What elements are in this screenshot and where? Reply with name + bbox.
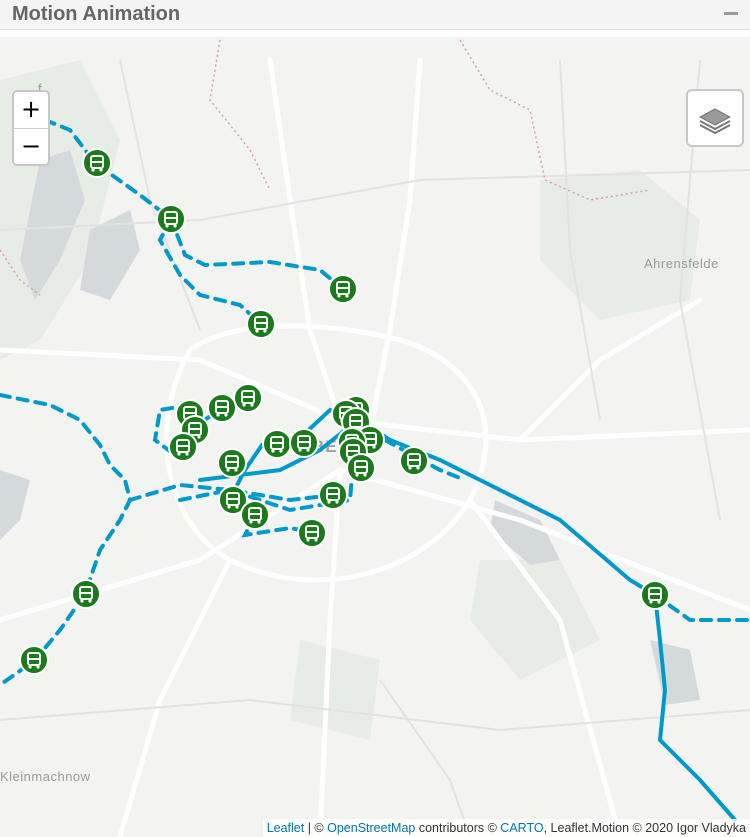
- panel-header: Motion Animation: [0, 0, 750, 30]
- panel-title: Motion Animation: [12, 3, 181, 25]
- attribution-separator: | ©: [304, 821, 328, 835]
- bus-marker[interactable]: [328, 274, 358, 304]
- bus-marker[interactable]: [156, 204, 186, 234]
- map-canvas[interactable]: Ahrensfelde Kleinmachnow BERLIN f: [0, 37, 750, 837]
- bus-marker[interactable]: [640, 580, 670, 610]
- bus-marker[interactable]: [346, 453, 376, 483]
- map-container[interactable]: Ahrensfelde Kleinmachnow BERLIN f: [0, 37, 750, 837]
- zoom-in-button[interactable]: +: [14, 92, 48, 129]
- map-attribution: Leaflet | © OpenStreetMap contributors ©…: [262, 819, 750, 837]
- place-label-kleinmachnow: Kleinmachnow: [0, 769, 91, 784]
- bus-marker[interactable]: [233, 383, 263, 413]
- route-path: [653, 593, 737, 822]
- bus-marker[interactable]: [82, 148, 112, 178]
- bus-marker[interactable]: [19, 645, 49, 675]
- bus-marker[interactable]: [246, 309, 276, 339]
- leaflet-link[interactable]: Leaflet: [267, 821, 305, 835]
- openstreetmap-link[interactable]: OpenStreetMap: [327, 821, 415, 835]
- bus-marker[interactable]: [240, 500, 270, 530]
- route-path: [0, 393, 133, 687]
- layer-control-button[interactable]: [686, 89, 744, 147]
- bus-marker[interactable]: [217, 448, 247, 478]
- motion-animation-panel: Motion Animation Ahrensfelde Kleinmachno…: [0, 0, 750, 837]
- layers-icon: [698, 108, 732, 135]
- bus-marker[interactable]: [297, 518, 327, 548]
- carto-link[interactable]: CARTO: [500, 821, 543, 835]
- bus-marker[interactable]: [262, 429, 292, 459]
- bus-marker[interactable]: [168, 432, 198, 462]
- bus-marker[interactable]: [207, 393, 237, 423]
- collapse-button[interactable]: [724, 12, 738, 15]
- bus-marker[interactable]: [399, 446, 429, 476]
- bus-marker[interactable]: [71, 579, 101, 609]
- route-path: [157, 217, 263, 326]
- bus-marker[interactable]: [289, 428, 319, 458]
- zoom-control: + −: [12, 90, 50, 166]
- bus-marker[interactable]: [318, 480, 348, 510]
- zoom-out-button[interactable]: −: [14, 129, 48, 165]
- attribution-contributors: contributors ©: [415, 821, 501, 835]
- attribution-motion: , Leaflet.Motion © 2020 Igor Vladyka: [543, 821, 746, 835]
- place-label-ahrensfelde: Ahrensfelde: [644, 256, 719, 271]
